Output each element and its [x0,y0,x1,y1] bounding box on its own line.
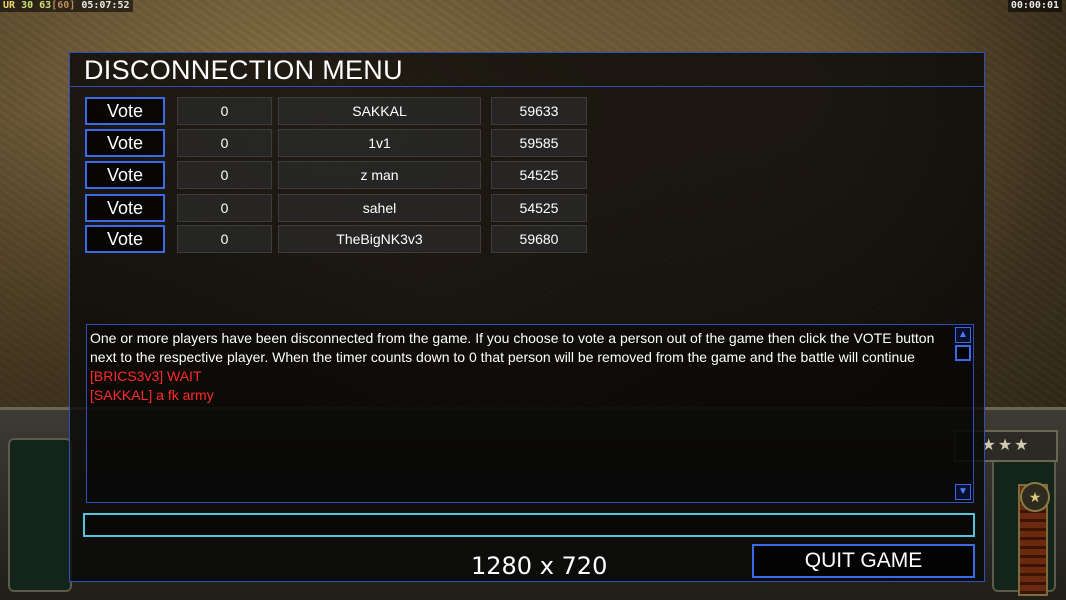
player-ping: 59680 [491,225,587,253]
vote-count: 0 [177,129,272,157]
vote-button-thebignk3v3[interactable]: Vote [85,225,165,253]
vote-count: 0 [177,194,272,222]
vote-button-z-man[interactable]: Vote [85,161,165,189]
game-timer: 00:00:01 [1007,0,1062,12]
hud-clock: 05:07:52 [81,0,130,11]
chat-line: [SAKKAL] a fk army [90,387,214,403]
vote-button-sakkal[interactable]: Vote [85,97,165,125]
resolution-label: 1280 x 720 [471,552,608,580]
title-divider [70,86,984,87]
player-name: sahel [278,194,481,222]
vote-button-1v1[interactable]: Vote [85,129,165,157]
chat-input[interactable] [83,513,975,537]
hud-value: 63 [39,0,52,11]
player-name: z man [278,161,481,189]
vote-count: 0 [177,97,272,125]
disconnection-dialog: DISCONNECTION MENU Vote 0 SAKKAL 59633 V… [69,52,985,582]
player-ping: 54525 [491,194,587,222]
general-star-icon: ★ [1020,482,1050,512]
hud-ur-label: UR [3,0,16,11]
player-name: 1v1 [278,129,481,157]
message-scrollbar[interactable]: ▲ ▼ [955,327,971,500]
quit-game-button[interactable]: QUIT GAME [752,544,975,578]
vote-button-sahel[interactable]: Vote [85,194,165,222]
player-ping: 59585 [491,129,587,157]
player-ping: 59633 [491,97,587,125]
fps-counter: UR 30 63[60] 05:07:52 [0,0,133,12]
player-ping: 54525 [491,161,587,189]
message-log-content: One or more players have been disconnect… [90,329,950,405]
scroll-up-icon[interactable]: ▲ [955,327,971,343]
player-name: TheBigNK3v3 [278,225,481,253]
scroll-down-icon[interactable]: ▼ [955,484,971,500]
dialog-title: DISCONNECTION MENU [84,55,403,85]
vote-count: 0 [177,161,272,189]
hud-fps: 30 [21,0,34,11]
disconnect-message: One or more players have been disconnect… [90,330,935,365]
hud-bracket: [60] [51,0,76,11]
scroll-thumb[interactable] [955,345,971,361]
chat-line: [BRICS3v3] WAIT [90,368,202,384]
command-panel-left [8,438,72,592]
player-name: SAKKAL [278,97,481,125]
vote-count: 0 [177,225,272,253]
message-log[interactable]: One or more players have been disconnect… [86,324,974,503]
